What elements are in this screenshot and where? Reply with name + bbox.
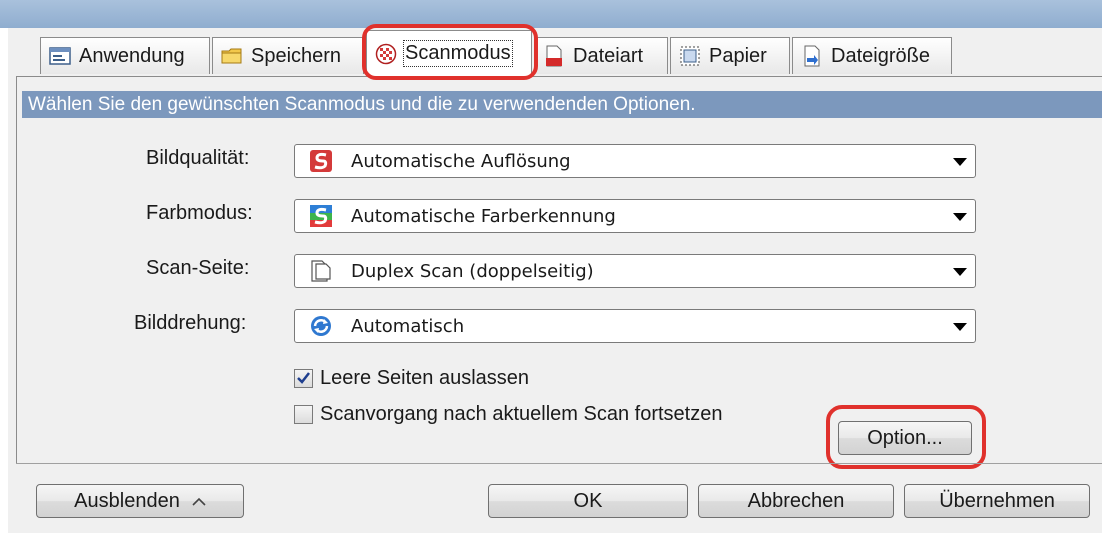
- scan-side-select[interactable]: Duplex Scan (doppelseitig): [294, 254, 976, 288]
- tab-dateiart[interactable]: Dateiart: [534, 37, 668, 74]
- hide-button[interactable]: Ausblenden: [36, 484, 244, 518]
- tab-anwendung[interactable]: Anwendung: [40, 37, 210, 74]
- option-button-highlight: [826, 405, 986, 469]
- file-size-icon: [801, 45, 823, 67]
- tab-label: Papier: [709, 44, 767, 67]
- image-rotation-select[interactable]: Automatisch: [294, 309, 976, 343]
- image-rotation-value: Automatisch: [351, 315, 465, 337]
- chevron-down-icon: [953, 213, 967, 221]
- scansnap-red-icon: [309, 149, 333, 173]
- image-rotation-label: Bilddrehung:: [134, 312, 247, 334]
- image-quality-label: Bildqualität:: [146, 147, 250, 169]
- tab-dateigroesse[interactable]: Dateigröße: [792, 37, 952, 74]
- scan-side-value: Duplex Scan (doppelseitig): [351, 260, 594, 282]
- color-mode-select[interactable]: Automatische Farberkennung: [294, 199, 976, 233]
- chevron-down-icon: [953, 268, 967, 276]
- tab-label: Dateigröße: [831, 44, 930, 67]
- hide-button-label: Ausblenden: [74, 489, 180, 512]
- color-mode-value: Automatische Farberkennung: [351, 205, 616, 227]
- footer-divider: [16, 463, 1102, 464]
- image-quality-select[interactable]: Automatische Auflösung: [294, 144, 976, 178]
- scansnap-color-icon: [309, 204, 333, 228]
- image-quality-value: Automatische Auflösung: [351, 150, 571, 172]
- tab-label: Speichern: [251, 44, 342, 67]
- color-mode-label: Farbmodus:: [146, 202, 253, 224]
- chevron-down-icon: [953, 158, 967, 166]
- skip-blank-pages-label: Leere Seiten auslassen: [320, 367, 530, 389]
- tab-label: Dateiart: [573, 44, 644, 67]
- apply-button[interactable]: Übernehmen: [904, 484, 1090, 518]
- checkmark-icon: [297, 372, 310, 384]
- chevron-up-icon: [192, 490, 206, 513]
- ok-button[interactable]: OK: [488, 484, 688, 518]
- cancel-button[interactable]: Abbrechen: [698, 484, 894, 518]
- window-titlebar: [0, 0, 1102, 28]
- continue-scan-label: Scanvorgang nach aktuellem Scan fortsetz…: [320, 403, 723, 425]
- continue-scan-checkbox[interactable]: [294, 405, 313, 424]
- file-type-icon: [543, 45, 565, 67]
- scanmodus-tab-highlight: [362, 24, 538, 80]
- folder-icon: [221, 45, 243, 67]
- chevron-down-icon: [953, 323, 967, 331]
- duplex-page-icon: [309, 259, 333, 283]
- application-icon: [49, 45, 71, 67]
- instruction-banner: Wählen Sie den gewünschten Scanmodus und…: [22, 91, 1102, 118]
- paper-icon: [679, 45, 701, 67]
- tab-speichern[interactable]: Speichern: [212, 37, 364, 74]
- rotate-icon: [309, 314, 333, 338]
- scan-side-label: Scan-Seite:: [146, 257, 250, 279]
- tab-label: Anwendung: [79, 44, 185, 67]
- tab-papier[interactable]: Papier: [670, 37, 790, 74]
- skip-blank-pages-checkbox[interactable]: [294, 369, 313, 388]
